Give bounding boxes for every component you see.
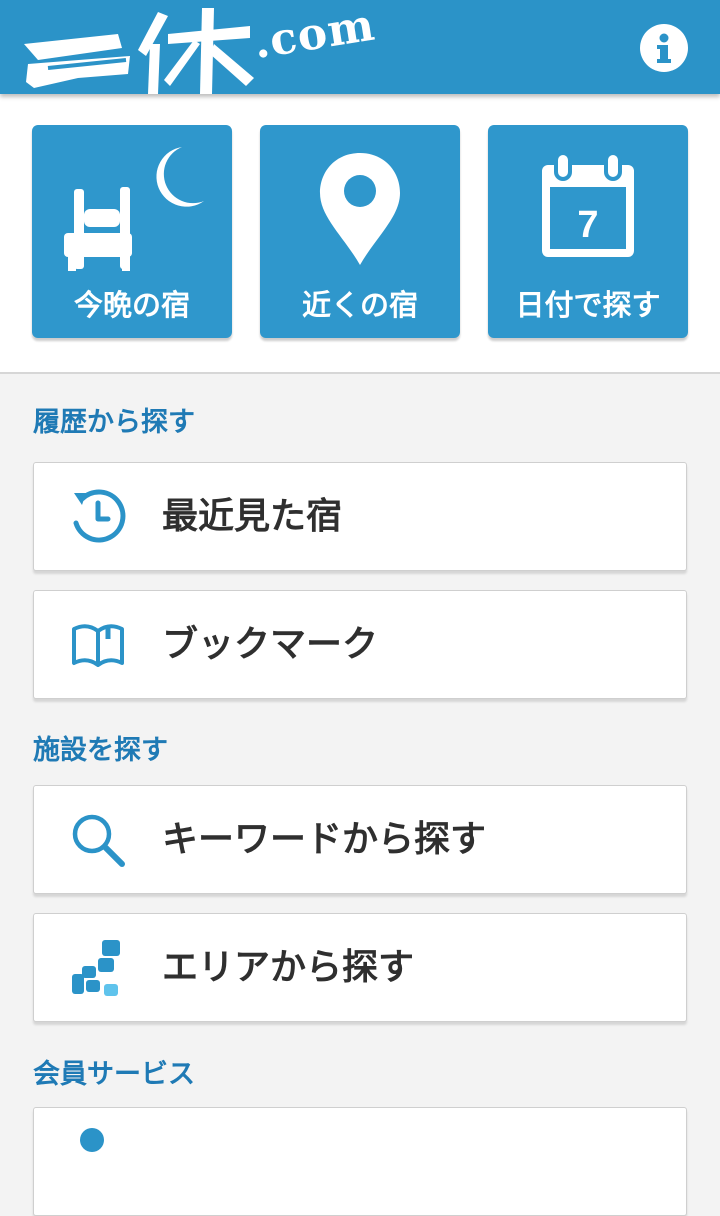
map-pin-icon <box>320 153 400 265</box>
keyword-search-button[interactable]: キーワードから探す <box>33 785 687 894</box>
tonight-stay-label: 今晩の宿 <box>73 288 190 322</box>
section-title-facilities: 施設を探す <box>33 735 168 766</box>
bed-moon-icon <box>64 147 204 271</box>
recently-viewed-button[interactable]: 最近見た宿 <box>33 462 687 571</box>
recently-viewed-label: 最近見た宿 <box>162 496 343 537</box>
app-header: .com <box>0 0 720 94</box>
nearby-stay-label: 近くの宿 <box>301 288 418 322</box>
area-map-icon <box>72 940 120 996</box>
section-title-member-services: 会員サービス <box>33 1059 195 1090</box>
tonight-stay-button[interactable]: 今晩の宿 <box>32 125 232 338</box>
calendar-icon: 7 <box>542 151 634 257</box>
bookmark-button[interactable]: ブックマーク <box>33 590 687 699</box>
history-clock-icon <box>73 489 126 543</box>
search-by-date-button[interactable]: 7 日付で探す <box>488 125 688 338</box>
quick-search-panel: 今晩の宿 近くの宿 7 日付で探す <box>0 94 720 374</box>
logo-domain: .com <box>250 0 379 70</box>
info-icon <box>657 33 671 63</box>
ikyu-logo[interactable]: .com <box>18 0 379 94</box>
bookmark-label: ブックマーク <box>162 624 379 665</box>
search-by-date-label: 日付で探す <box>515 288 661 322</box>
search-icon <box>72 814 125 867</box>
open-book-icon <box>72 624 124 667</box>
keyword-search-label: キーワードから探す <box>162 819 487 860</box>
area-search-label: エリアから探す <box>162 947 415 988</box>
user-icon <box>80 1128 104 1152</box>
area-search-button[interactable]: エリアから探す <box>33 913 687 1022</box>
info-button[interactable] <box>640 24 688 72</box>
calendar-day-number: 7 <box>577 204 598 246</box>
member-service-item[interactable] <box>33 1107 687 1216</box>
nearby-stay-button[interactable]: 近くの宿 <box>260 125 460 338</box>
logo-kanji-icon <box>24 8 254 94</box>
section-title-history: 履歴から探す <box>33 407 195 438</box>
